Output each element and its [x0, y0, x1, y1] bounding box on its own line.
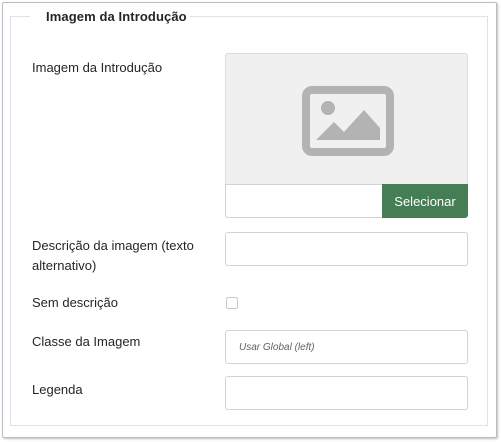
intro-image-label: Imagem da Introdução: [32, 60, 163, 75]
no-description-checkbox[interactable]: [226, 297, 238, 309]
alt-text-input[interactable]: [225, 232, 468, 266]
image-class-input[interactable]: Usar Global (left): [225, 330, 468, 364]
select-image-button[interactable]: Selecionar: [382, 184, 468, 218]
caption-label: Legenda: [32, 382, 83, 397]
alt-text-label: Descrição da imagem (texto alternativo): [32, 236, 194, 276]
alt-text-label-line1: Descrição da imagem (texto: [32, 238, 194, 253]
image-icon: [302, 86, 394, 156]
alt-text-label-line2: alternativo): [32, 258, 97, 273]
image-class-placeholder: Usar Global (left): [239, 341, 315, 353]
fieldset-border-left-segment: [10, 16, 30, 17]
fieldset-border-right-segment: [190, 16, 487, 17]
fieldset-border-left: [10, 16, 11, 425]
fieldset-border-bottom: [10, 425, 488, 426]
fieldset-legend: Imagem da Introdução: [44, 9, 189, 24]
fieldset-border-right: [487, 16, 488, 425]
caption-input[interactable]: [225, 376, 468, 410]
image-preview: [225, 53, 468, 185]
no-description-label: Sem descrição: [32, 295, 118, 310]
image-path-input[interactable]: [225, 184, 383, 218]
image-class-label: Classe da Imagem: [32, 334, 141, 349]
